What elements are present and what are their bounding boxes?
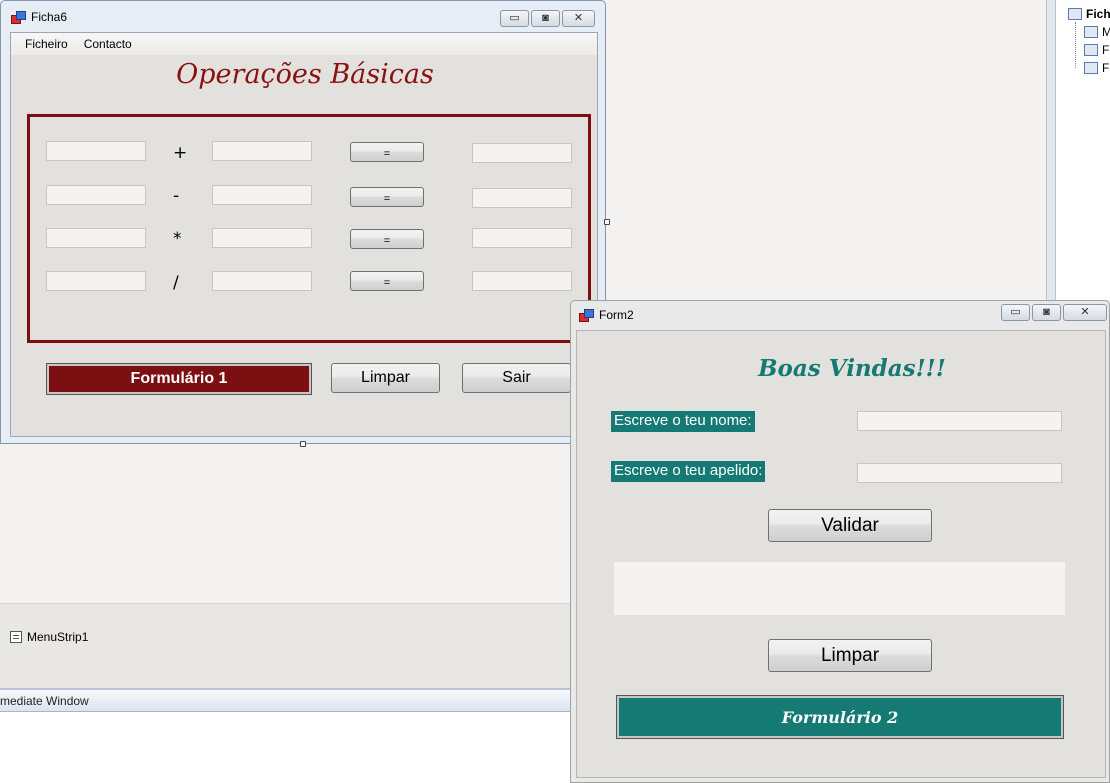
component-tray: MenuStrip1 [0,603,575,688]
project-icon [1068,8,1082,20]
result-input[interactable] [472,271,572,291]
close-button[interactable]: ✕ [562,10,595,27]
maximize-icon: ◙ [1043,306,1050,318]
operations-group: + = - = * = / = [27,114,591,343]
operand-b-input[interactable] [212,271,312,291]
close-icon: ✕ [573,12,584,24]
result-input[interactable] [472,228,572,248]
clear-button[interactable]: Limpar [768,639,932,672]
close-button[interactable]: ✕ [1063,304,1107,321]
window-title: Form2 [599,308,634,322]
resize-handle-bottom[interactable] [300,441,306,447]
solution-item[interactable]: F [1084,42,1109,58]
form-icon [579,309,594,322]
close-icon: ✕ [1080,306,1090,318]
operand-b-input[interactable] [212,228,312,248]
operand-a-input[interactable] [46,228,146,248]
ficha6-client-area: Ficheiro Contacto Operações Básicas + = … [10,32,598,437]
operand-a-input[interactable] [46,141,146,161]
operand-a-input[interactable] [46,185,146,205]
validate-label: Validar [821,514,879,536]
multiply-operator: * [173,229,182,249]
validate-button[interactable]: Validar [768,509,932,542]
solution-item-label: F [1102,61,1110,75]
resize-handle-right[interactable] [604,219,610,225]
result-input[interactable] [472,143,572,163]
formulario-1-button[interactable]: Formulário 1 [46,363,312,395]
equals-button[interactable]: = [350,187,424,207]
minimize-button[interactable]: ▭ [500,10,529,27]
exit-button[interactable]: Sair [462,363,571,393]
immediate-window-label: mediate Window [0,693,89,708]
equals-label: = [383,193,391,205]
solution-root-label: Fich [1086,7,1110,21]
plus-operator: + [173,143,188,163]
equals-button[interactable]: = [350,229,424,249]
formulario-1-label: Formulário 1 [130,370,228,387]
equals-label: = [383,277,391,289]
form-file-icon [1084,44,1098,56]
clear-button[interactable]: Limpar [331,363,440,393]
surname-label: Escreve o teu apelido: [611,461,766,482]
exit-label: Sair [502,369,531,386]
menu-strip: Ficheiro Contacto [11,33,597,55]
immediate-window-tab[interactable]: mediate Window [0,688,575,712]
caption-buttons: ▭ ◙ ✕ [1001,304,1107,321]
menustrip-icon [10,631,22,643]
minimize-icon: ▭ [509,12,520,24]
clear-label: Limpar [820,644,880,666]
form-file-icon [1084,62,1098,74]
solution-item-label: F [1102,43,1110,57]
welcome-heading: Boas Vindas!!! [758,355,946,382]
form-icon [11,10,26,24]
operand-b-input[interactable] [212,185,312,205]
minus-operator: - [173,186,180,206]
panel-splitter[interactable] [1046,0,1056,300]
operand-a-input[interactable] [46,271,146,291]
equals-button[interactable]: = [350,271,424,291]
equals-button[interactable]: = [350,142,424,162]
formulario-2-label: Formulário 2 [781,707,899,727]
form2-window: Form2 ▭ ◙ ✕ Boas Vindas!!! Escreve o teu… [570,300,1110,783]
name-input[interactable] [857,411,1062,431]
solution-item[interactable]: M [1084,24,1110,40]
clear-label: Limpar [361,369,410,386]
menu-contacto[interactable]: Contacto [76,35,140,53]
tree-connector [1075,22,1076,68]
file-icon [1084,26,1098,38]
window-title: Ficha6 [31,9,68,24]
page-title: Operações Básicas [176,59,434,90]
greeting-output [614,562,1065,615]
menustrip-component[interactable]: MenuStrip1 [10,630,88,644]
solution-root-item[interactable]: Fich [1068,6,1110,22]
equals-label: = [383,235,391,247]
surname-input[interactable] [857,463,1062,483]
minimize-icon: ▭ [1010,306,1021,318]
immediate-window-content[interactable] [0,712,575,783]
name-label: Escreve o teu nome: [611,411,755,432]
solution-explorer-panel: Fich M F F [1056,0,1110,300]
operand-b-input[interactable] [212,141,312,161]
ficha6-window: Ficha6 ▭ ◙ ✕ Ficheiro Contacto Operações… [0,0,606,444]
formulario-2-button[interactable]: Formulário 2 [616,695,1064,739]
maximize-icon: ◙ [542,12,549,24]
solution-item-label: M [1102,25,1110,39]
solution-item[interactable]: F [1084,60,1109,76]
equals-label: = [383,148,391,160]
minimize-button[interactable]: ▭ [1001,304,1030,321]
menu-ficheiro[interactable]: Ficheiro [17,35,76,53]
result-input[interactable] [472,188,572,208]
maximize-button[interactable]: ◙ [531,10,560,27]
menustrip-label: MenuStrip1 [27,630,89,644]
divide-operator: / [173,273,179,293]
form2-client-area: Boas Vindas!!! Escreve o teu nome: Escre… [576,330,1106,778]
maximize-button[interactable]: ◙ [1032,304,1061,321]
caption-buttons: ▭ ◙ ✕ [500,10,595,27]
